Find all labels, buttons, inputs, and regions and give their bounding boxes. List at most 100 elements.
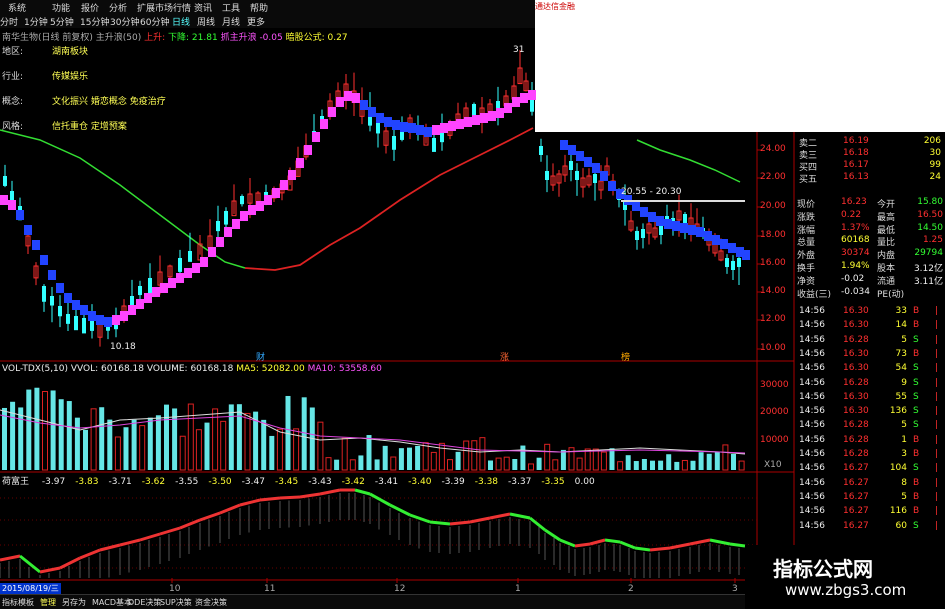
- period-tab-0[interactable]: 分时: [0, 15, 18, 28]
- menu-bar: 系统 功能 报价 分析 扩展市场行情 资讯 工具 帮助: [0, 0, 535, 15]
- tick-mark: |: [935, 506, 939, 517]
- candle-body: [240, 196, 244, 205]
- indicator-line: [219, 503, 241, 515]
- trend-band-block: [384, 117, 392, 127]
- indicator-line: [509, 512, 531, 520]
- x-tick-label: 11: [264, 584, 276, 594]
- period-tab-2[interactable]: 5分钟: [50, 15, 74, 28]
- period-tab-6[interactable]: 日线: [172, 15, 190, 28]
- tick-dir: B: [913, 348, 920, 359]
- indicator-line: [689, 538, 711, 546]
- tick-dir: B: [913, 506, 920, 517]
- period-tab-9[interactable]: 更多: [247, 15, 265, 28]
- menu-item-3[interactable]: 分析: [109, 1, 127, 14]
- event-mark-3[interactable]: 榜: [621, 350, 630, 363]
- trend-band-block: [504, 103, 512, 113]
- menu-item-7[interactable]: 帮助: [250, 1, 268, 14]
- trend-band-block: [352, 93, 360, 103]
- tick-time: 14:56: [799, 306, 825, 316]
- candle-body: [731, 261, 735, 270]
- candle-body: [148, 278, 152, 294]
- tick-time: 14:56: [799, 491, 825, 502]
- volume-bar: [576, 457, 583, 471]
- menu-item-4[interactable]: 扩展市场行情: [137, 1, 191, 14]
- trend-band-block: [742, 250, 750, 260]
- menu-item-6[interactable]: 工具: [222, 1, 240, 14]
- volume-bar: [114, 436, 121, 471]
- tick-row: 14:56 16.27 60 S |: [795, 521, 945, 533]
- menu-item-2[interactable]: 报价: [81, 1, 99, 14]
- volume-bar: [58, 399, 64, 470]
- trend-band-block: [408, 123, 416, 133]
- volume-bar: [66, 401, 72, 470]
- trend-band-block: [88, 311, 96, 321]
- event-mark-1[interactable]: 财: [256, 350, 265, 363]
- tick-dir: S: [913, 520, 919, 531]
- period-tab-5[interactable]: 60分钟: [140, 15, 169, 28]
- period-tab-3[interactable]: 15分钟: [80, 15, 109, 28]
- tick-mark: |: [935, 363, 939, 374]
- indicator-line: [409, 513, 431, 524]
- volume-bar: [422, 442, 429, 471]
- event-mark-2[interactable]: 涨: [500, 350, 509, 363]
- trend-band-block: [600, 171, 608, 181]
- bottom-tab-6[interactable]: SUP决策: [160, 597, 192, 608]
- bottom-tab-1[interactable]: 模板: [18, 597, 34, 608]
- trend-band-block: [400, 122, 408, 132]
- bottom-tab-0[interactable]: 指标: [2, 597, 18, 608]
- period-tab-7[interactable]: 周线: [197, 15, 215, 28]
- stat-key: 换手: [797, 264, 816, 274]
- volume-tick-label: 30000: [760, 380, 789, 390]
- stat-val: -0.034: [841, 286, 871, 297]
- volume-unit: X10: [764, 460, 782, 470]
- tick-time: 14:56: [799, 320, 825, 331]
- trend-band-block: [648, 212, 656, 222]
- period-tab-4[interactable]: 30分钟: [110, 15, 139, 28]
- menu-item-1[interactable]: 功能: [52, 1, 70, 14]
- trend-band-block: [40, 255, 48, 265]
- menu-item-0[interactable]: 系统: [8, 1, 26, 14]
- trend-band-block: [280, 180, 288, 190]
- trend-band-block: [136, 299, 144, 309]
- indicator-value: -3.45: [274, 477, 299, 487]
- trend-band-block: [664, 219, 672, 229]
- indicator-line: [389, 503, 411, 517]
- stat-key: 涨幅: [797, 225, 816, 236]
- candle-body: [641, 229, 645, 238]
- indicator-line: [529, 516, 546, 532]
- stat-val: 1.94%: [841, 261, 870, 271]
- volume-bar: [341, 437, 348, 471]
- volume-bar: [204, 422, 210, 470]
- candle-body: [90, 321, 94, 331]
- bottom-tab-2[interactable]: 管理: [40, 597, 56, 608]
- candle-body: [545, 171, 549, 180]
- candle-body: [575, 171, 579, 180]
- volume-bar: [447, 459, 453, 471]
- bottom-tab-5[interactable]: DDE决策: [128, 597, 161, 608]
- stat-key: 流通: [877, 276, 896, 287]
- indicator-value: -3.55: [175, 477, 199, 487]
- trend-band-block: [160, 283, 168, 293]
- tick-dir: S: [913, 406, 919, 417]
- bottom-tab-3[interactable]: 另存为: [62, 597, 86, 608]
- tick-time: 14:56: [799, 420, 825, 431]
- tick-dir: S: [913, 463, 919, 474]
- period-tab-8[interactable]: 月线: [222, 15, 240, 28]
- volume-bar: [123, 427, 129, 470]
- candle-body: [725, 258, 729, 267]
- volume-bar: [164, 404, 169, 470]
- trend-band-block: [192, 263, 200, 273]
- menu-item-5[interactable]: 资讯: [194, 1, 212, 14]
- volume-bar: [99, 407, 105, 470]
- tick-vol: 9: [901, 377, 907, 388]
- tick-mark: |: [935, 420, 939, 431]
- x-tick-label: 1: [515, 584, 521, 594]
- bottom-tab-4[interactable]: MACD基本: [92, 597, 132, 608]
- indicator-line: [429, 520, 451, 526]
- candle-body: [3, 176, 7, 186]
- bottom-tab-7[interactable]: 资金决策: [195, 597, 227, 608]
- trend-band-block: [144, 293, 152, 303]
- trend-band-block: [336, 97, 344, 107]
- trend-band-block: [440, 123, 448, 133]
- period-tab-1[interactable]: 1分钟: [24, 15, 48, 28]
